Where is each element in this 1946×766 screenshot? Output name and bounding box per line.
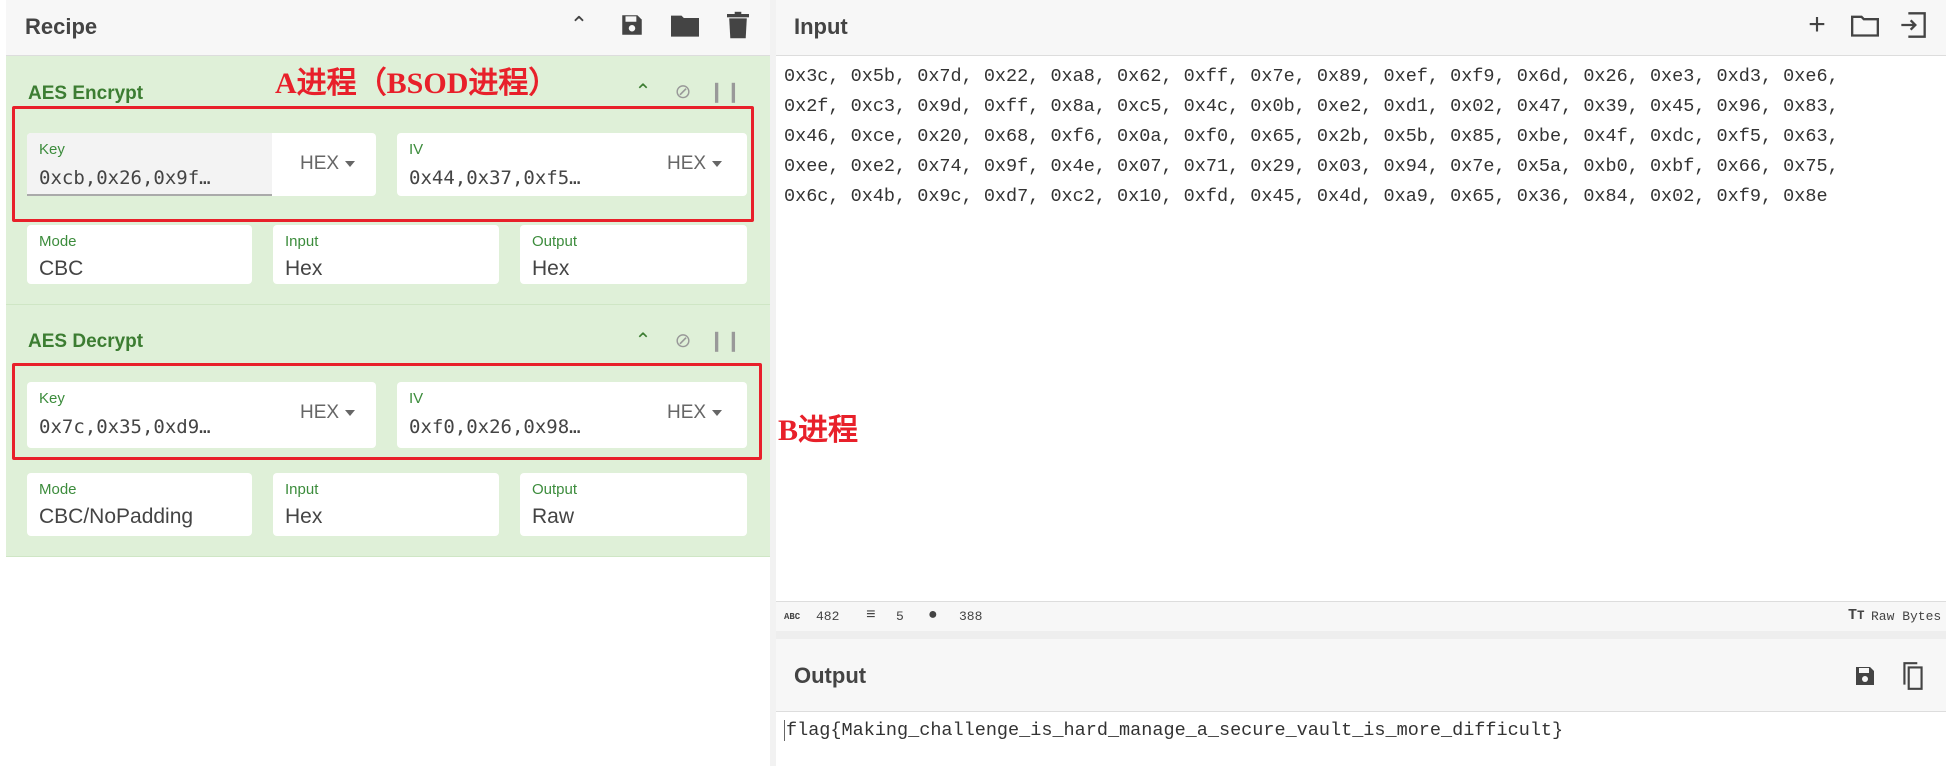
input-label: Input <box>285 481 319 498</box>
annotation-box-b <box>12 363 762 460</box>
text-format-icon[interactable]: TT <box>1848 607 1865 624</box>
pause-icon[interactable]: ❙❙ <box>708 327 742 353</box>
open-folder-icon[interactable] <box>1848 8 1882 42</box>
annotation-b: B进程 <box>778 414 859 447</box>
input-format-field[interactable]: Input Hex <box>273 473 499 536</box>
chevron-up-icon[interactable]: ⌃ <box>630 327 656 353</box>
operation-title: AES Decrypt <box>28 331 144 352</box>
input-format-field[interactable]: Input Hex <box>273 225 499 284</box>
save-icon[interactable] <box>615 8 649 42</box>
mode-value: CBC/NoPadding <box>39 505 194 528</box>
output-text[interactable]: flag{Making_challenge_is_hard_manage_a_s… <box>784 720 1563 741</box>
disable-icon[interactable]: ⊘ <box>670 78 696 104</box>
recipe-title: Recipe <box>25 14 98 39</box>
save-output-icon[interactable] <box>1848 659 1882 693</box>
mode-label: Mode <box>39 233 77 250</box>
operation-title: AES Encrypt <box>28 83 144 104</box>
output-header: Output <box>776 639 1946 712</box>
copy-output-icon[interactable] <box>1896 659 1930 693</box>
mode-value: CBC <box>39 257 84 280</box>
output-format-field[interactable]: Output Raw <box>520 473 747 536</box>
output-title: Output <box>794 663 867 688</box>
abc-icon: ABC <box>784 612 801 622</box>
input-label: Input <box>285 233 319 250</box>
chevron-up-icon[interactable]: ⌃ <box>562 8 596 42</box>
input-value: Hex <box>285 257 323 280</box>
input-header: Input + <box>776 0 1946 56</box>
input-title: Input <box>794 14 848 39</box>
trash-icon[interactable] <box>721 8 755 42</box>
output-value: Raw <box>532 505 575 528</box>
line-count: 5 <box>896 609 904 624</box>
output-label: Output <box>532 233 578 250</box>
lines-icon: ≡ <box>866 606 876 624</box>
output-value: Hex <box>532 257 570 280</box>
encoding-selector[interactable]: Raw Bytes <box>1871 609 1941 624</box>
input-value: Hex <box>285 505 323 528</box>
input-status-bar: ABC 482 ≡ 5 ● 388 TT Raw Bytes <box>776 601 1946 631</box>
output-label: Output <box>532 481 578 498</box>
location-pin-icon: ● <box>928 606 938 624</box>
recipe-header: Recipe ⌃ <box>6 0 770 56</box>
annotation-box-a <box>12 106 754 222</box>
annotation-a: A进程（BSOD进程） <box>275 67 559 100</box>
input-textarea[interactable]: 0x3c, 0x5b, 0x7d, 0x22, 0xa8, 0x62, 0xff… <box>784 62 1839 212</box>
pause-icon[interactable]: ❙❙ <box>708 78 742 104</box>
load-file-icon[interactable] <box>1896 8 1930 42</box>
mode-label: Mode <box>39 481 77 498</box>
mode-field[interactable]: Mode CBC <box>27 225 252 284</box>
add-tab-icon[interactable]: + <box>1800 8 1834 42</box>
resize-handle[interactable] <box>776 631 1946 639</box>
folder-icon[interactable] <box>668 8 702 42</box>
chevron-up-icon[interactable]: ⌃ <box>630 78 656 104</box>
output-format-field[interactable]: Output Hex <box>520 225 747 284</box>
mode-field[interactable]: Mode CBC/NoPadding <box>27 473 252 536</box>
disable-icon[interactable]: ⊘ <box>670 327 696 353</box>
char-count: 482 <box>816 609 840 624</box>
cursor-position: 388 <box>959 609 983 624</box>
